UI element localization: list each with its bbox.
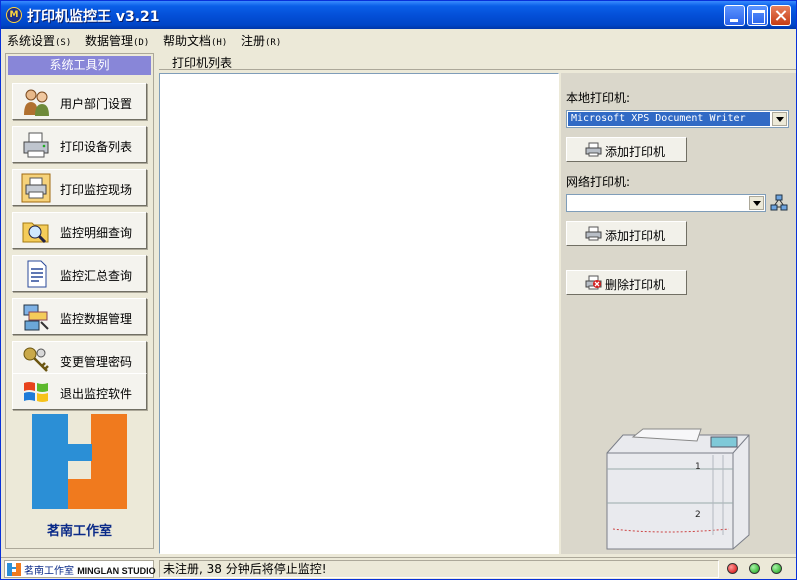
minimize-button[interactable] (724, 5, 745, 26)
keys-icon (23, 347, 49, 372)
tool-label: 退出监控软件 (60, 387, 133, 401)
printer-devices-button[interactable]: 打印设备列表 (12, 126, 147, 163)
tool-label: 变更管理密码 (60, 355, 133, 369)
add-printer-icon (585, 142, 602, 157)
button-label: 添加打印机 (605, 229, 666, 243)
menu-help[interactable]: 帮助文档(H) (163, 32, 227, 49)
tool-label: 监控数据管理 (60, 312, 133, 326)
local-printer-label: 本地打印机: (566, 91, 631, 105)
monitor-summary-query-button[interactable]: 监控汇总查询 (12, 255, 147, 292)
chevron-down-icon[interactable] (772, 112, 787, 126)
window-title: 打印机监控王 v3.21 (27, 9, 160, 25)
tool-label: 打印监控现场 (60, 183, 133, 197)
monitor-data-management-button[interactable]: 监控数据管理 (12, 298, 147, 335)
studio-name: 茗南工作室 (46, 524, 112, 539)
status-logo-text: 茗南工作室 MINGLAN STUDIO (24, 562, 156, 577)
title-bar[interactable]: M 打印机监控王 v3.21 (1, 1, 796, 29)
app-icon[interactable]: M (6, 7, 22, 23)
tab-printer-list[interactable]: 打印机列表 (172, 54, 232, 71)
network-icon[interactable] (770, 194, 788, 212)
svg-text:2: 2 (695, 510, 701, 520)
status-logo-cn: 茗南工作室 (24, 566, 74, 577)
red-status-light-icon (727, 563, 738, 574)
local-printer-select[interactable]: Microsoft XPS Document Writer (566, 110, 789, 128)
local-printer-value: Microsoft XPS Document Writer (568, 112, 770, 126)
folder-search-icon (22, 222, 49, 244)
menu-label: 系统设置 (7, 34, 56, 48)
menu-label: 数据管理 (85, 34, 134, 48)
menu-accelerator: (S) (55, 38, 72, 48)
status-studio-logo: 茗南工作室 MINGLAN STUDIO (4, 560, 156, 578)
button-label: 添加打印机 (605, 145, 666, 159)
tool-label: 监控汇总查询 (60, 269, 133, 283)
print-monitor-live-button[interactable]: 打印监控现场 (12, 169, 147, 206)
document-icon (27, 260, 47, 288)
menu-accelerator: (D) (133, 38, 150, 48)
tool-label: 用户部门设置 (60, 97, 133, 111)
printer-monitor-icon (21, 173, 51, 203)
add-local-printer-button[interactable]: 添加打印机 (566, 137, 687, 162)
menu-data-management[interactable]: 数据管理(D) (85, 32, 149, 49)
printer-config-panel: 本地打印机: Microsoft XPS Document Writer 添加打… (561, 73, 796, 554)
tool-label: 监控明细查询 (60, 226, 133, 240)
windows-logo-icon (24, 382, 48, 402)
studio-logo-icon (32, 414, 127, 509)
button-label: 删除打印机 (605, 278, 666, 292)
menu-label: 注册 (241, 34, 266, 48)
add-printer-icon (585, 226, 602, 241)
status-message: 未注册, 38 分钟后将停止监控! (159, 560, 719, 578)
printer-list-pane[interactable] (159, 73, 559, 554)
exit-software-button[interactable]: 退出监控软件 (12, 373, 147, 410)
main-window: M 打印机监控王 v3.21 系统设置(S) 数据管理(D) 帮助文档(H) 注… (0, 0, 797, 580)
menu-accelerator: (H) (211, 38, 228, 48)
studio-logo-mark-icon (7, 563, 21, 576)
laser-printer-illustration: 1 2 (606, 428, 750, 550)
network-printer-select[interactable] (566, 194, 766, 212)
chevron-down-icon[interactable] (749, 196, 764, 210)
delete-printer-button[interactable]: 删除打印机 (566, 270, 687, 295)
network-printer-label: 网络打印机: (566, 175, 631, 189)
menu-accelerator: (R) (265, 38, 282, 48)
menu-bar: 系统设置(S) 数据管理(D) 帮助文档(H) 注册(R) (1, 29, 796, 49)
users-icon (24, 89, 49, 116)
menu-label: 帮助文档 (163, 34, 212, 48)
green-status-light-icon (771, 563, 782, 574)
status-logo-en: MINGLAN STUDIO (77, 566, 156, 576)
user-department-button[interactable]: 用户部门设置 (12, 83, 147, 120)
tab-bar: 打印机列表 (159, 52, 796, 70)
sidebar-header: 系统工具列 (8, 56, 151, 75)
add-network-printer-button[interactable]: 添加打印机 (566, 221, 687, 246)
maximize-button[interactable] (747, 5, 768, 26)
svg-text:1: 1 (695, 462, 701, 472)
status-bar: 茗南工作室 MINGLAN STUDIO 未注册, 38 分钟后将停止监控! (1, 557, 796, 579)
printer-icon (23, 132, 49, 158)
data-management-icon (23, 304, 49, 331)
menu-system-settings[interactable]: 系统设置(S) (7, 32, 71, 49)
menu-register[interactable]: 注册(R) (241, 32, 281, 49)
delete-printer-icon (585, 275, 602, 290)
tool-label: 打印设备列表 (60, 140, 133, 154)
close-button[interactable] (770, 5, 791, 26)
tool-sidebar: 系统工具列 用户部门设置 打印设备列表 打印监控现场 监控明细查询 监控汇总查询… (5, 53, 154, 549)
green-status-light-icon (749, 563, 760, 574)
monitor-detail-query-button[interactable]: 监控明细查询 (12, 212, 147, 249)
